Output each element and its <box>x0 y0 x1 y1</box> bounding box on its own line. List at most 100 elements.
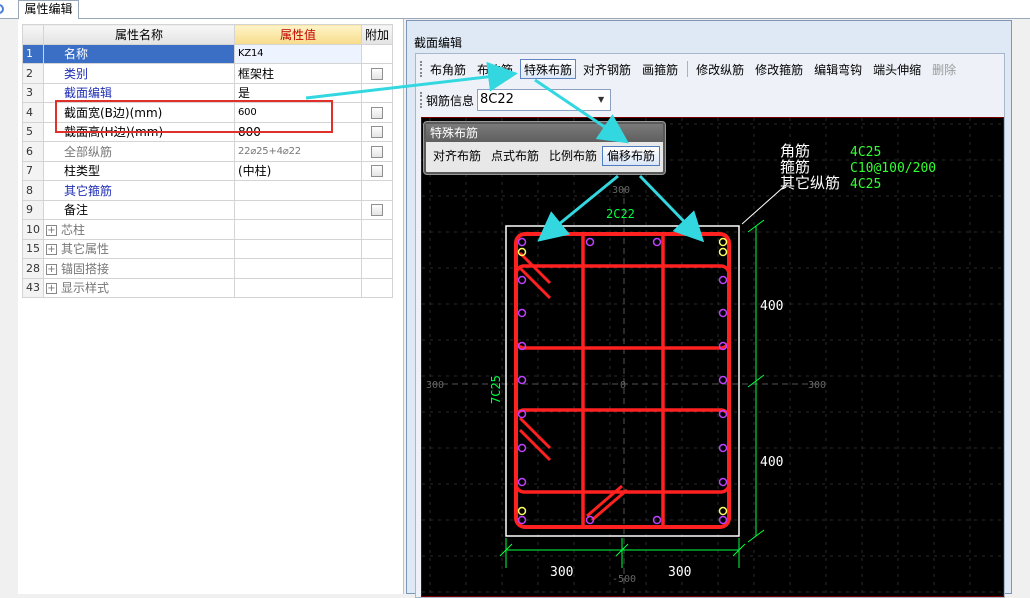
expand-plus-icon[interactable]: + <box>46 244 57 256</box>
extra-checkbox[interactable] <box>371 106 383 119</box>
rebar-circle <box>517 506 527 516</box>
property-value[interactable] <box>234 199 362 220</box>
special-rebar-popup-title: 特殊布筋 <box>426 124 663 142</box>
expand-plus-icon[interactable]: + <box>46 224 57 236</box>
property-group-row[interactable]: 15 + 其它属性 <box>22 238 394 259</box>
rebar-circle <box>517 477 527 487</box>
property-value[interactable]: (中柱) <box>234 160 362 181</box>
property-value[interactable] <box>234 180 362 201</box>
rebar-circle <box>517 237 527 247</box>
property-row[interactable]: 9 备注 <box>22 199 394 220</box>
row-index[interactable]: 1 <box>22 43 44 64</box>
toolbar-button[interactable]: 编辑弯钩 <box>810 59 866 79</box>
property-group[interactable]: + 显示样式 <box>43 277 235 298</box>
toolbar-grip-icon[interactable] <box>420 61 423 77</box>
rebar-circle <box>652 237 662 247</box>
property-group[interactable]: + 芯柱 <box>43 219 235 240</box>
property-name: 类别 <box>43 63 235 84</box>
toolbar-button[interactable]: 布边筋 <box>473 59 517 79</box>
toolbar-button[interactable]: 对齐钢筋 <box>579 59 635 79</box>
extra-checkbox[interactable] <box>371 126 383 139</box>
rebar-circle <box>517 375 527 385</box>
dim-label-right-upper: 400 <box>760 299 783 314</box>
dim-label-bottom-right: 300 <box>668 565 691 580</box>
property-group-row[interactable]: 43 + 显示样式 <box>22 277 394 298</box>
property-extra <box>360 258 394 279</box>
column-header-extra[interactable]: 附加 <box>360 24 394 45</box>
legend-value: 4C25 <box>850 145 881 160</box>
extra-checkbox[interactable] <box>371 165 383 178</box>
row-index[interactable]: 6 <box>22 141 44 162</box>
property-row[interactable]: 2 类别 框架柱 <box>22 63 394 84</box>
property-group[interactable]: + 其它属性 <box>43 238 235 259</box>
inner-stirrup-lower <box>514 408 731 494</box>
property-group-row[interactable]: 28 + 锚固搭接 <box>22 258 394 279</box>
property-value[interactable]: 22⌀25+4⌀22 <box>234 141 362 162</box>
dim-label-bottom-left: 300 <box>550 565 573 580</box>
rebar-circle <box>718 275 728 285</box>
property-group-label: 其它属性 <box>61 242 110 257</box>
row-index[interactable]: 4 <box>22 102 44 123</box>
legend-value: 4C25 <box>850 177 881 192</box>
row-index[interactable]: 43 <box>22 277 44 298</box>
extra-checkbox[interactable] <box>371 204 383 217</box>
row-index[interactable]: 8 <box>22 180 44 201</box>
toolbar-button[interactable]: 修改纵筋 <box>692 59 748 79</box>
extra-checkbox[interactable] <box>371 145 383 158</box>
property-value[interactable]: 框架柱 <box>234 63 362 84</box>
rebar-info-value: 8C22 <box>480 92 514 107</box>
row-index[interactable]: 2 <box>22 63 44 84</box>
column-header-index <box>22 24 44 45</box>
property-row[interactable]: 1 名称 KZ14 <box>22 43 394 64</box>
special-rebar-option[interactable]: 点式布筋 <box>486 146 544 166</box>
section-editor-panel: 截面编辑 布角筋 布边筋 特殊布筋 对齐钢筋 画箍筋 修改纵筋 修改箍筋 编辑弯钩 端头伸缩 删除… <box>406 20 1012 598</box>
rebar-circle <box>718 375 728 385</box>
toolbar-grip-icon[interactable] <box>420 92 423 108</box>
special-rebar-option[interactable]: 比例布筋 <box>544 146 602 166</box>
column-header-name[interactable]: 属性名称 <box>43 24 235 45</box>
toolbar-button[interactable]: 端头伸缩 <box>869 59 925 79</box>
property-row[interactable]: 6 全部纵筋 22⌀25+4⌀22 <box>22 141 394 162</box>
highlight-section-edit-box <box>55 100 333 133</box>
column-header-value[interactable]: 属性值 <box>234 24 362 45</box>
property-extra <box>360 102 394 123</box>
dropdown-arrow-icon[interactable]: ▼ <box>594 92 608 108</box>
rebar-info-toolbar: 钢筋信息 8C22 ▼ <box>418 88 612 112</box>
toolbar-button[interactable]: 删除 <box>928 59 960 79</box>
row-index[interactable]: 28 <box>22 258 44 279</box>
toolbar-button[interactable]: 布角筋 <box>426 59 470 79</box>
inner-stirrup-upper <box>514 264 731 350</box>
property-row[interactable]: 8 其它箍筋 <box>22 180 394 201</box>
row-index[interactable]: 9 <box>22 199 44 220</box>
toolbar-button[interactable]: 修改箍筋 <box>751 59 807 79</box>
expand-plus-icon[interactable]: + <box>46 283 57 295</box>
side-rebar-label: 7C25 <box>489 375 503 404</box>
row-index[interactable]: 15 <box>22 238 44 259</box>
row-index[interactable]: 3 <box>22 82 44 103</box>
property-value[interactable]: KZ14 <box>234 43 362 64</box>
expand-plus-icon[interactable]: + <box>46 263 57 275</box>
toolbar-button[interactable]: 画箍筋 <box>638 59 682 79</box>
rebar-circle <box>718 506 728 516</box>
special-rebar-option[interactable]: 偏移布筋 <box>602 146 661 166</box>
property-name: 备注 <box>43 199 235 220</box>
row-index[interactable]: 5 <box>22 121 44 142</box>
row-index[interactable]: 7 <box>22 160 44 181</box>
toolbar-button[interactable]: 特殊布筋 <box>520 59 577 79</box>
property-row[interactable]: 7 柱类型 (中柱) <box>22 160 394 181</box>
row-index[interactable]: 10 <box>22 219 44 240</box>
rebar-info-combo[interactable]: 8C22 ▼ <box>477 89 612 111</box>
section-drawing[interactable]: 300300 3000-500400400300 3002C227C25角筋 4C25… <box>422 118 1005 598</box>
extra-checkbox[interactable] <box>371 67 383 80</box>
property-group[interactable]: + 锚固搭接 <box>43 258 235 279</box>
toolbar-separator <box>687 61 689 77</box>
rebar-circle <box>517 308 527 318</box>
special-rebar-option[interactable]: 对齐布筋 <box>428 146 486 166</box>
panel-pin-icon[interactable] <box>0 4 4 14</box>
tab-property-edit[interactable]: 属性编辑 <box>18 0 79 19</box>
property-extra <box>360 219 394 240</box>
property-extra <box>360 82 394 103</box>
rebar-circle <box>718 237 728 247</box>
property-group-row[interactable]: 10 + 芯柱 <box>22 219 394 240</box>
section-drawing-canvas[interactable]: 300 300 300 0 -500 400 400 300 300 2C22 7C25 角筋 4C25… <box>421 117 1005 598</box>
